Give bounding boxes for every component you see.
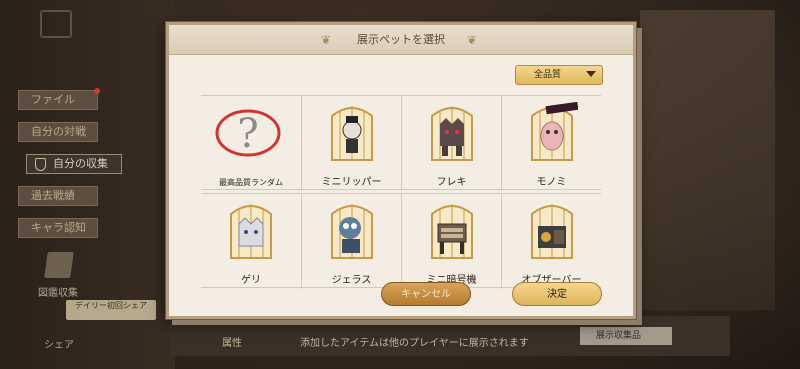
pet-grid-row: ? 最高品質ランダム ミニリッパー フレキ モノミ — [201, 95, 601, 191]
exit-icon[interactable] — [40, 10, 72, 38]
dialog-title: 展示ペットを選択 — [357, 33, 445, 46]
sidebar-item-label: キャラ認知 — [31, 221, 86, 234]
dialog-header: ❦ 展示ペットを選択 ❦ — [169, 25, 633, 55]
sidebar-item-past-records[interactable]: 過去戦績 — [18, 186, 98, 206]
attribute-tab-label[interactable]: 属性 — [222, 334, 242, 349]
cancel-button[interactable]: キャンセル — [381, 282, 471, 306]
random-question-icon: ? — [215, 109, 281, 157]
pet-option-mini-ripper[interactable]: ミニリッパー — [301, 96, 401, 191]
svg-text:?: ? — [237, 111, 258, 157]
wheat-ornament-icon: ❦ — [321, 33, 332, 47]
pet-option-geri[interactable]: ゲリ — [201, 194, 301, 289]
pet-name: モノミ — [536, 177, 567, 188]
pet-name: ミニリッパー — [321, 177, 382, 188]
freki-wolf-pet-icon — [431, 106, 473, 161]
sidebar-item-label: ファイル — [31, 93, 75, 106]
sidebar-item-my-collection[interactable]: 自分の収集 — [26, 154, 122, 174]
pet-option-mini-cipher-machine[interactable]: ミニ暗号機 — [401, 194, 501, 289]
display-notice: 添加したアイテムは他のプレイヤーに展示されます — [300, 338, 529, 349]
pet-name: ゲリ — [241, 275, 261, 286]
background-character-card — [640, 10, 775, 310]
mini-cipher-machine-pet-icon — [431, 204, 473, 259]
select-pet-dialog: ❦ 展示ペットを選択 ❦ 全品質 ? 最高品質ランダム ミニリッパー フレキ モ… — [166, 22, 636, 319]
mini-ripper-pet-icon — [331, 106, 373, 161]
sidebar-item-file[interactable]: ファイル — [18, 88, 100, 110]
share-caption[interactable]: シェア — [44, 336, 74, 351]
sidebar-item-my-matches[interactable]: 自分の対戦 — [18, 122, 98, 142]
book-caption: 図鑑収集 — [38, 288, 78, 299]
quality-filter-dropdown[interactable]: 全品質 — [515, 65, 603, 85]
book-icon[interactable] — [44, 252, 74, 278]
chevron-down-icon — [586, 71, 596, 77]
pet-name: フレキ — [436, 177, 467, 188]
confirm-button[interactable]: 決定 — [512, 282, 602, 306]
sidebar-item-character-recognition[interactable]: キャラ認知 — [18, 218, 98, 238]
pet-option-jealous[interactable]: ジェラス — [301, 194, 401, 289]
quality-filter-value: 全品質 — [534, 70, 562, 80]
pet-name: 最高品質ランダム — [219, 178, 283, 187]
jealous-doll-pet-icon — [331, 204, 373, 259]
shield-icon — [35, 158, 46, 171]
sidebar-item-label: 自分の収集 — [53, 157, 108, 170]
pet-option-freki[interactable]: フレキ — [401, 96, 501, 191]
pet-option-monomi[interactable]: モノミ — [501, 96, 601, 191]
share-badge: デイリー初回シェア — [66, 300, 156, 320]
pet-grid-row: ゲリ ジェラス ミニ暗号機 オブザーバー — [201, 193, 601, 289]
pet-option-random[interactable]: ? 最高品質ランダム — [201, 96, 301, 191]
display-collection-button[interactable]: 展示収集品 — [580, 327, 672, 345]
wheat-ornament-icon: ❦ — [467, 33, 478, 47]
observer-pet-icon — [531, 204, 573, 259]
geri-wolf-pet-icon — [230, 204, 272, 259]
notification-dot — [94, 88, 100, 94]
monomi-pet-icon — [531, 102, 578, 161]
sidebar-item-label: 過去戦績 — [31, 189, 75, 202]
pet-option-observer[interactable]: オブザーバー — [501, 194, 601, 289]
sidebar-item-label: 自分の対戦 — [31, 125, 86, 138]
